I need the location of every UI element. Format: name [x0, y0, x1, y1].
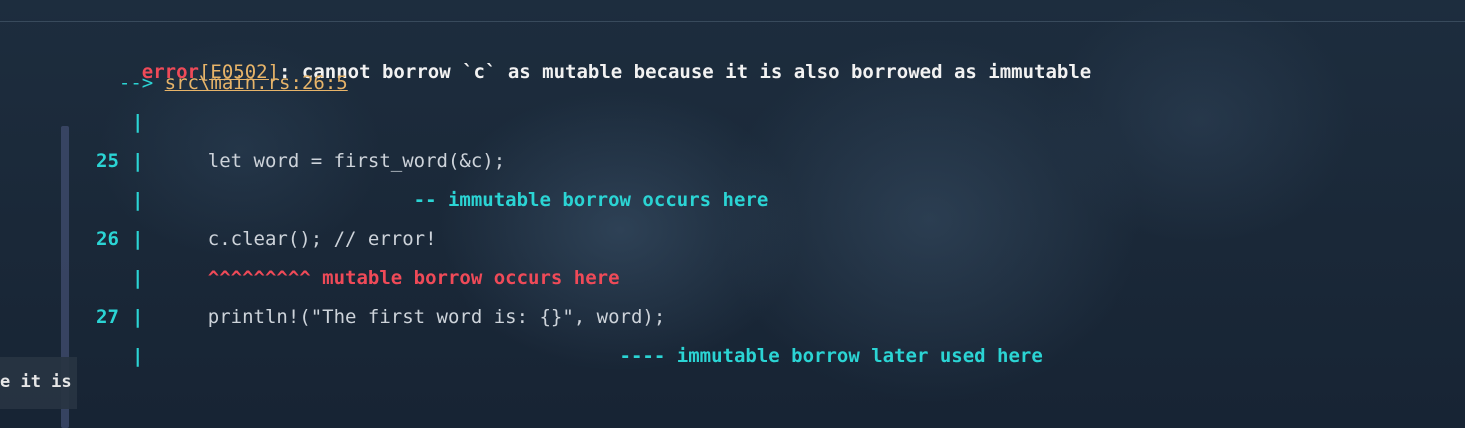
source-code: let word = first_word(&c); — [162, 150, 506, 172]
immutable-borrow-note: -- immutable borrow occurs here — [162, 189, 769, 211]
error-message: : cannot borrow `c` as mutable because i… — [279, 61, 1092, 83]
annotation-line-later-used: | ---- immutable borrow later used here — [96, 342, 1091, 381]
source-code: println!("The first word is: {}", word); — [162, 306, 666, 328]
code-line-26: 26 | c.clear(); // error! — [96, 225, 1091, 264]
error-header-line: error[E0502]: cannot borrow `c` as mutab… — [96, 30, 1091, 83]
side-panel-text: e it is — [0, 372, 72, 392]
file-location-link[interactable]: src\main.rs:26:5 — [165, 72, 348, 94]
gutter-pipe: | — [132, 111, 144, 133]
mutable-borrow-note: ^^^^^^^^^ mutable borrow occurs here — [162, 267, 620, 289]
annotation-line-immutable: | -- immutable borrow occurs here — [96, 186, 1091, 225]
side-panel-tab[interactable]: e it is — [0, 357, 77, 409]
gutter-pipe: | — [132, 189, 144, 211]
top-divider — [0, 21, 1465, 22]
line-number: 26 — [96, 228, 119, 250]
code-line-25: 25 | let word = first_word(&c); — [96, 147, 1091, 186]
gutter-pipe: | — [132, 228, 144, 250]
later-used-note: ---- immutable borrow later used here — [162, 345, 1043, 367]
code-line-27: 27 | println!("The first word is: {}", wo… — [96, 303, 1091, 342]
line-number: 25 — [96, 150, 119, 172]
gutter-pipe: | — [132, 345, 144, 367]
compiler-error-output: error[E0502]: cannot borrow `c` as mutab… — [96, 30, 1091, 381]
gutter-pipe: | — [132, 306, 144, 328]
location-arrow: --> — [118, 72, 154, 94]
gutter-pipe: | — [132, 150, 144, 172]
source-code: c.clear(); // error! — [162, 228, 437, 250]
gutter-empty-line: | — [96, 108, 1091, 147]
annotation-line-mutable: | ^^^^^^^^^ mutable borrow occurs here — [96, 264, 1091, 303]
gutter-pipe: | — [132, 267, 144, 289]
line-number: 27 — [96, 306, 119, 328]
